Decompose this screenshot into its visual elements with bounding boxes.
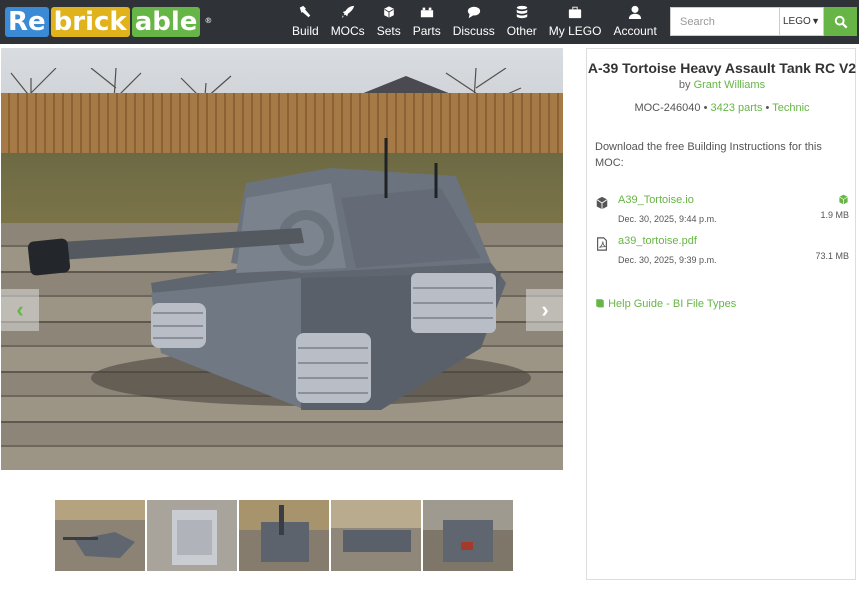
by-label: by bbox=[678, 79, 691, 91]
moc-meta: MOC-246040 • 3423 parts • Technic bbox=[587, 102, 857, 114]
logo-part-brick: brick bbox=[50, 7, 130, 37]
brick-icon bbox=[420, 7, 433, 18]
thumbnail-2[interactable] bbox=[147, 500, 237, 571]
file-date: Dec. 30, 2025, 9:39 p.m. bbox=[618, 255, 717, 265]
chat-icon bbox=[467, 6, 480, 19]
logo-part-able: able bbox=[131, 7, 201, 37]
main-nav: Build MOCs Sets Parts Discuss Other My L… bbox=[286, 0, 663, 44]
suitcase-icon bbox=[568, 6, 582, 19]
cube-icon bbox=[839, 194, 848, 205]
nav-other-label: Other bbox=[506, 24, 537, 38]
thumbnail-5[interactable] bbox=[423, 500, 513, 571]
moc-id: MOC-246040 bbox=[634, 102, 701, 114]
file-link-pdf[interactable]: a39_tortoise.pdf bbox=[618, 235, 697, 247]
carousel-prev-button[interactable]: ‹ bbox=[1, 289, 39, 331]
rebrickable-logo[interactable]: Re brick able ® bbox=[5, 6, 215, 38]
nav-parts-label: Parts bbox=[412, 24, 441, 38]
user-icon bbox=[628, 5, 642, 19]
nav-sets[interactable]: Sets bbox=[371, 0, 407, 44]
nav-discuss-label: Discuss bbox=[452, 24, 495, 38]
pdf-icon bbox=[597, 237, 607, 251]
rocket-icon bbox=[341, 5, 354, 19]
thumbnail-1[interactable] bbox=[55, 500, 145, 571]
search-box: LEGO ▼ bbox=[670, 7, 824, 36]
thumbnail-4[interactable] bbox=[331, 500, 421, 571]
help-guide-label: Help Guide - BI File Types bbox=[608, 298, 737, 310]
meta-separator: • bbox=[765, 102, 770, 114]
nav-account[interactable]: Account bbox=[607, 0, 662, 44]
nav-parts[interactable]: Parts bbox=[407, 0, 447, 44]
tank-model-photo bbox=[27, 138, 531, 410]
carousel-next-button[interactable]: › bbox=[526, 289, 563, 331]
nav-mocs-label: MOCs bbox=[330, 24, 365, 38]
search-scope-select[interactable]: LEGO ▼ bbox=[779, 8, 823, 35]
chevron-down-icon: ▼ bbox=[811, 16, 820, 26]
chevron-left-icon: ‹ bbox=[16, 297, 24, 322]
thumbnail-strip bbox=[55, 500, 515, 571]
nav-build[interactable]: Build bbox=[286, 0, 325, 44]
author-link[interactable]: Grant Williams bbox=[694, 79, 766, 91]
meta-separator: • bbox=[703, 102, 708, 114]
nav-sets-label: Sets bbox=[376, 24, 401, 38]
download-instructions-text: Download the free Building Instructions … bbox=[595, 141, 822, 169]
database-icon bbox=[516, 5, 527, 19]
file-row: A39_Tortoise.io Dec. 30, 2025, 9:44 p.m.… bbox=[595, 194, 851, 224]
logo-part-re: Re bbox=[5, 7, 49, 37]
box-icon bbox=[596, 196, 608, 210]
file-row: a39_tortoise.pdf Dec. 30, 2025, 9:39 p.m… bbox=[595, 235, 851, 265]
nav-build-label: Build bbox=[292, 24, 319, 38]
hammer-icon bbox=[300, 5, 311, 18]
file-size: 1.9 MB bbox=[820, 210, 849, 220]
main-image-carousel[interactable]: ‹ › bbox=[1, 48, 563, 470]
logo-trademark: ® bbox=[204, 16, 213, 25]
nav-account-label: Account bbox=[613, 24, 657, 38]
file-link-io[interactable]: A39_Tortoise.io bbox=[618, 194, 694, 206]
book-icon bbox=[596, 299, 604, 308]
search-scope-value: LEGO bbox=[783, 16, 811, 27]
moc-title: A-39 Tortoise Heavy Assault Tank RC V2 bbox=[587, 60, 857, 76]
file-date: Dec. 30, 2025, 9:44 p.m. bbox=[618, 214, 717, 224]
moc-byline: by Grant Williams bbox=[587, 79, 857, 91]
chevron-right-icon: › bbox=[541, 297, 549, 322]
search-button[interactable] bbox=[824, 7, 857, 36]
cube-icon bbox=[383, 5, 395, 19]
moc-details-panel: A-39 Tortoise Heavy Assault Tank RC V2 b… bbox=[586, 48, 856, 580]
nav-discuss[interactable]: Discuss bbox=[447, 0, 501, 44]
file-size: 73.1 MB bbox=[815, 251, 849, 261]
search-input[interactable] bbox=[671, 8, 779, 35]
thumbnail-3[interactable] bbox=[239, 500, 329, 571]
nav-mocs[interactable]: MOCs bbox=[325, 0, 371, 44]
parts-count-link[interactable]: 3423 parts bbox=[710, 102, 762, 114]
top-navbar: Re brick able ® Build MOCs Sets Parts Di… bbox=[0, 0, 859, 44]
nav-other[interactable]: Other bbox=[501, 0, 543, 44]
nav-my-lego-label: My LEGO bbox=[548, 24, 602, 38]
theme-link[interactable]: Technic bbox=[772, 102, 809, 114]
nav-my-lego[interactable]: My LEGO bbox=[543, 0, 608, 44]
search-icon bbox=[834, 15, 847, 28]
help-guide-link[interactable]: Help Guide - BI File Types bbox=[595, 298, 736, 310]
